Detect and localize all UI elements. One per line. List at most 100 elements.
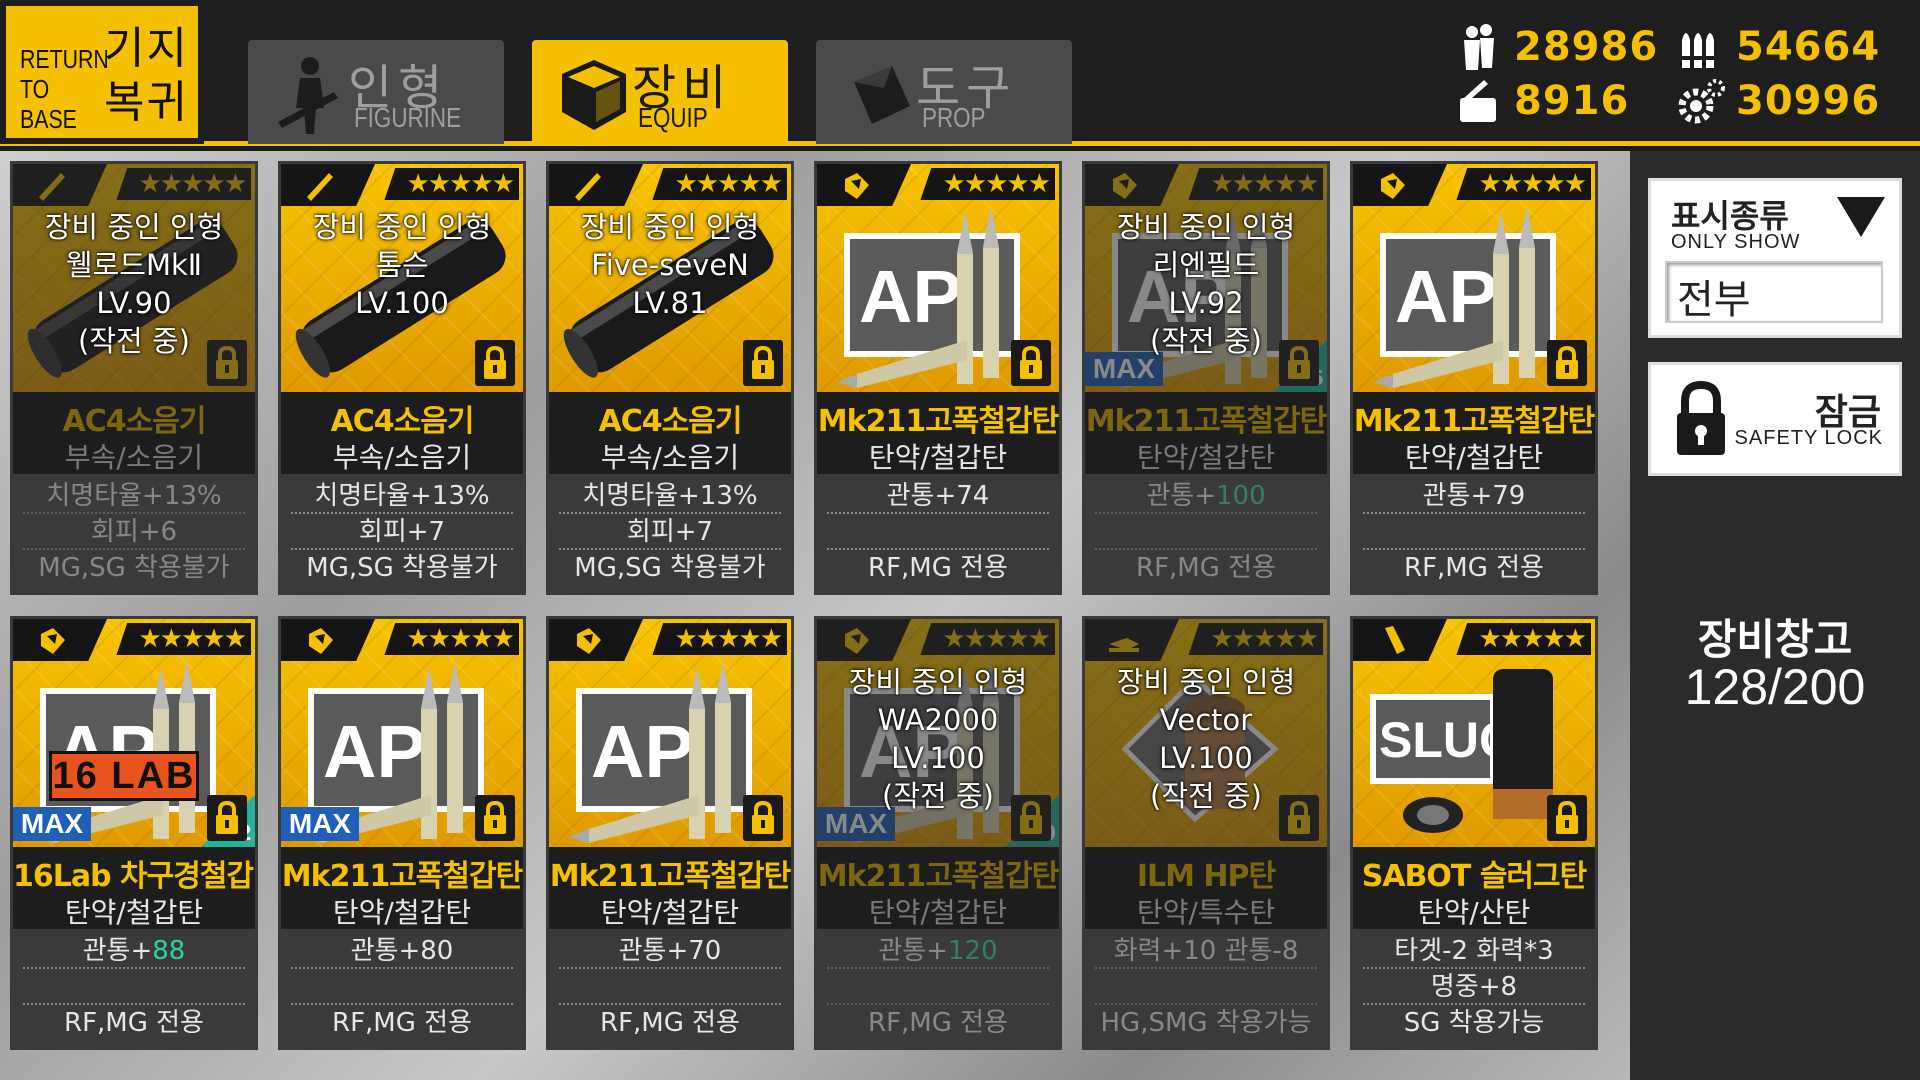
manpower-resource: 28986 <box>1454 22 1658 72</box>
ap-label: AP <box>591 710 694 793</box>
stat-line: 관통+74 <box>827 478 1049 514</box>
stat-line: RF,MG 전용 <box>868 1008 1008 1038</box>
card-art: AP ★★★★★ <box>549 619 791 847</box>
equipment-category: 부속/소음기 <box>64 441 204 474</box>
stat-line: RF,MG 전용 <box>600 1008 740 1038</box>
lock-icon[interactable] <box>1011 340 1051 386</box>
stat-line: RF,MG 전용 <box>332 1008 472 1038</box>
equipment-card[interactable]: SLUG ★★★★★ SABOT 슬러그탄 탄약/산탄 타겟-2 화력*3 명중+8 SG … <box>1350 616 1598 1050</box>
equipped-doll-info: 장비 중인 인형 웰로드MkⅡ LV.90 (작전 중) <box>13 208 255 360</box>
lock-icon[interactable] <box>207 795 247 841</box>
stat-line <box>1095 969 1317 1005</box>
rarity-stars: ★★★★★ <box>384 623 519 655</box>
equipment-category: 탄약/철갑탄 <box>868 441 1008 474</box>
stat-line <box>291 969 513 1005</box>
lock-icon[interactable] <box>1547 340 1587 386</box>
equipped-line: LV.100 <box>891 741 985 775</box>
equipment-category: 탄약/산탄 <box>1417 896 1531 929</box>
equipped-line: 웰로드MkⅡ <box>65 248 203 282</box>
filter-sublabel: ONLY SHOW <box>1671 231 1801 253</box>
box-icon <box>562 60 626 130</box>
pen-icon <box>307 173 333 201</box>
equipment-card[interactable]: AP ★★★★★ MAX +5 장비 중인 인형 리엔필드 LV.92 (작전 중) Mk211… <box>1082 161 1330 595</box>
equipped-line: 톰슨 <box>375 248 429 282</box>
stat-line: MG,SG 착용불가 <box>306 553 498 583</box>
bullet-icon <box>309 628 333 654</box>
type-badge <box>817 619 911 661</box>
equipment-card[interactable]: AP ★★★★★ Mk211고폭철갑탄 탄약/철갑탄 관통+74 RF,MG 전용 <box>814 161 1062 595</box>
equipment-stats: 치명타율+13% 회피+7 MG,SG 착용불가 <box>281 474 523 592</box>
equipment-grid: ★★★★★ 장비 중인 인형 웰로드MkⅡ LV.90 (작전 중) AC4소음기 부속/소… <box>0 151 1630 1080</box>
equipment-card[interactable]: ★★★★★ 장비 중인 인형 Vector LV.100 (작전 중) ILM HP탄 탄약… <box>1082 616 1330 1050</box>
equipment-card[interactable]: AP16 LAB★★★★★MAX+216Lab 차구경철갑탄탄약/철갑탄관통+8… <box>10 616 258 1050</box>
equipment-name: ILM HP탄 <box>1136 859 1276 894</box>
equipped-line: 장비 중인 인형 <box>1116 210 1296 244</box>
stat-line: 타겟-2 화력*3 <box>1363 933 1585 969</box>
stat-line <box>23 969 245 1005</box>
tab-equip-sublabel: EQUIP <box>638 102 708 133</box>
ammo-resource: 54664 <box>1676 22 1880 72</box>
pen-icon <box>575 173 601 201</box>
card-art: ★★★★★ 장비 중인 인형 Vector LV.100 (작전 중) <box>1085 619 1327 847</box>
card-art: SLUG ★★★★★ <box>1353 619 1595 847</box>
stat-line: 화력+10 관통-8 <box>1095 933 1317 969</box>
type-badge <box>1085 619 1179 661</box>
return-to-base-button[interactable]: RETURN TO BASE 기지 복귀 <box>0 0 204 144</box>
equipment-card[interactable]: ★★★★★ 장비 중인 인형 톰슨 LV.100 AC4소음기 부속/소음기 치명타율+13… <box>278 161 526 595</box>
equipment-card[interactable]: AP ★★★★★ MAX Mk211고폭철갑탄 탄약/철갑탄 관통+80 RF,MG 전용 <box>278 616 526 1050</box>
equipped-line: 장비 중인 인형 <box>312 210 492 244</box>
storage-count: 128/200 <box>1684 659 1866 715</box>
equipment-card[interactable]: AP ★★★★★ Mk211고폭철갑탄 탄약/철갑탄 관통+70 RF,MG 전용 <box>546 616 794 1050</box>
bullet-icon <box>1113 173 1137 199</box>
equipped-line: LV.81 <box>632 286 708 320</box>
stat-line: HG,SMG 착용가능 <box>1100 1008 1312 1038</box>
parts-value: 30996 <box>1736 78 1881 124</box>
lock-icon[interactable] <box>1547 795 1587 841</box>
tab-equip[interactable]: 장비 EQUIP <box>532 40 788 144</box>
card-art: AP ★★★★★ <box>1353 164 1595 392</box>
equipped-line: LV.90 <box>96 286 172 320</box>
equipment-card[interactable]: ★★★★★ 장비 중인 인형 Five-seveN LV.81 AC4소음기 부속/소음기… <box>546 161 794 595</box>
manpower-value: 28986 <box>1514 24 1659 70</box>
equipment-name: AC4소음기 <box>62 404 207 439</box>
return-label-en: RETURN TO BASE <box>20 44 109 134</box>
equipment-name: SABOT 슬러그탄 <box>1361 859 1588 894</box>
equipment-card[interactable]: ★★★★★ 장비 중인 인형 웰로드MkⅡ LV.90 (작전 중) AC4소음기 부속/소… <box>10 161 258 595</box>
safety-lock-button[interactable]: 잠금 SAFETY LOCK <box>1648 362 1902 476</box>
gear-icon <box>1678 79 1725 124</box>
card-art: AP16 LAB★★★★★MAX+2 <box>13 619 255 847</box>
filter-value-box[interactable]: 전부 <box>1665 261 1883 323</box>
tab-figurine[interactable]: 인형 FIGURINE <box>248 40 504 144</box>
equipment-card[interactable]: AP ★★★★★ Mk211고폭철갑탄 탄약/철갑탄 관통+79 RF,MG 전용 <box>1350 161 1598 595</box>
stat-line: RF,MG 전용 <box>64 1008 204 1038</box>
lock-icon[interactable] <box>743 340 783 386</box>
bullet-icon <box>845 628 869 654</box>
rarity-stars: ★★★★★ <box>1188 168 1323 200</box>
filter-value: 전부 <box>1677 277 1751 323</box>
lock-icon[interactable] <box>475 340 515 386</box>
manpower-icon <box>1464 24 1494 70</box>
lock-icon[interactable] <box>475 795 515 841</box>
lock-icon <box>1677 380 1725 455</box>
pouch-icon <box>854 66 910 124</box>
filter-dropdown[interactable]: 표시종류 ONLY SHOW 전부 <box>1648 178 1902 338</box>
equipment-name: 16Lab 차구경철갑탄 <box>13 859 258 894</box>
rarity-stars: ★★★★★ <box>652 168 787 200</box>
equipped-line: LV.92 <box>1168 286 1244 320</box>
equipped-doll-info: 장비 중인 인형 WA2000 LV.100 (작전 중) <box>817 663 1059 815</box>
ap-label: AP <box>323 710 426 793</box>
pen-icon <box>39 173 65 201</box>
rarity-stars: ★★★★★ <box>652 623 787 655</box>
equipment-category: 탄약/철갑탄 <box>600 896 740 929</box>
stat-line: 치명타율+13% <box>559 478 781 514</box>
stat-line: 회피+6 <box>23 514 245 550</box>
equipped-line: 장비 중인 인형 <box>848 665 1028 699</box>
tab-prop[interactable]: 도구 PROP <box>816 40 1072 144</box>
equipment-category: 부속/소음기 <box>600 441 740 474</box>
equipment-card[interactable]: AP ★★★★★ MAX +10 장비 중인 인형 WA2000 LV.100 (작전 중) M… <box>814 616 1062 1050</box>
equipment-stats: 관통+70 RF,MG 전용 <box>549 929 791 1047</box>
lock-icon[interactable] <box>743 795 783 841</box>
stat-line: 관통+80 <box>291 933 513 969</box>
rarity-stars: ★★★★★ <box>920 623 1055 655</box>
top-bar: RETURN TO BASE 기지 복귀 인형 FIGURINE 장비 EQUI… <box>0 0 1920 146</box>
